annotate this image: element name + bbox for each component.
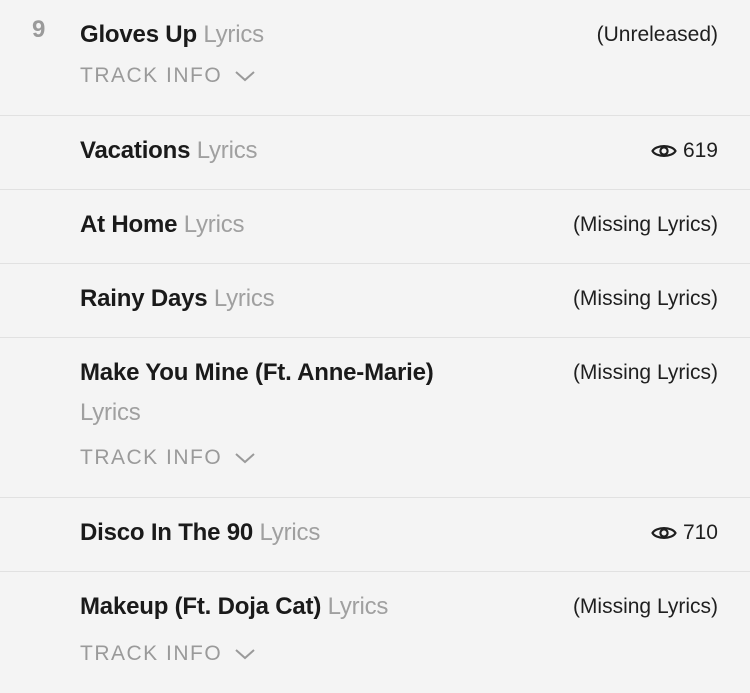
track-title[interactable]: Rainy Days Lyrics	[80, 279, 520, 319]
track-status: (Unreleased)	[597, 15, 718, 55]
track-title[interactable]: Makeup (Ft. Doja Cat) Lyrics	[80, 587, 520, 627]
chevron-down-icon	[235, 453, 255, 464]
track-name[interactable]: Rainy Days	[80, 285, 208, 312]
track-title[interactable]: Gloves Up Lyrics	[80, 15, 520, 55]
view-count: 619	[682, 139, 718, 162]
track-name[interactable]: Makeup (Ft. Doja Cat)	[80, 593, 321, 620]
lyrics-suffix: Lyrics	[327, 593, 389, 620]
track-row: Make You Mine (Ft. Anne-Marie) Lyrics (M…	[0, 338, 750, 498]
track-name[interactable]: Disco In The 90	[80, 519, 253, 546]
status-text: (Missing Lyrics)	[572, 213, 718, 236]
lyrics-suffix: Lyrics	[80, 399, 141, 426]
track-status: (Missing Lyrics)	[573, 353, 718, 393]
eye-icon	[651, 145, 677, 157]
track-views: 710	[651, 513, 718, 553]
track-row: At Home Lyrics (Missing Lyrics)	[0, 190, 750, 264]
eye-icon	[651, 527, 677, 539]
chevron-down-icon	[235, 649, 255, 660]
track-title[interactable]: Vacations Lyrics	[80, 131, 520, 171]
track-title[interactable]: Disco In The 90 Lyrics	[80, 513, 520, 553]
track-title[interactable]: At Home Lyrics	[80, 205, 520, 245]
track-info-toggle[interactable]: TRACK INFO	[80, 64, 256, 88]
track-title[interactable]: Make You Mine (Ft. Anne-Marie) Lyrics	[80, 353, 500, 433]
lyrics-suffix: Lyrics	[196, 137, 258, 164]
track-row: Disco In The 90 Lyrics 710	[0, 498, 750, 572]
track-info-toggle[interactable]: TRACK INFO	[80, 446, 256, 470]
status-text: (Missing Lyrics)	[572, 361, 718, 384]
track-row: Rainy Days Lyrics (Missing Lyrics)	[0, 264, 750, 338]
track-name[interactable]: Make You Mine (Ft. Anne-Marie)	[80, 359, 434, 386]
track-status: (Missing Lyrics)	[573, 587, 718, 627]
status-text: (Missing Lyrics)	[572, 595, 718, 618]
track-views: 619	[651, 131, 718, 171]
view-count: 710	[682, 521, 718, 544]
tracklist: 9 Gloves Up Lyrics (Unreleased) TRACK IN…	[0, 0, 750, 691]
lyrics-suffix: Lyrics	[213, 285, 275, 312]
track-row: 9 Gloves Up Lyrics (Unreleased) TRACK IN…	[0, 0, 750, 116]
track-info-label: TRACK INFO	[80, 642, 223, 665]
lyrics-suffix: Lyrics	[183, 211, 245, 238]
track-info-label: TRACK INFO	[80, 64, 223, 87]
lyrics-suffix: Lyrics	[203, 21, 264, 48]
track-row: Makeup (Ft. Doja Cat) Lyrics (Missing Ly…	[0, 572, 750, 691]
status-text: (Unreleased)	[596, 23, 718, 46]
track-name[interactable]: Gloves Up	[80, 21, 197, 48]
track-info-toggle[interactable]: TRACK INFO	[80, 642, 256, 666]
track-status: (Missing Lyrics)	[573, 279, 718, 319]
track-row: Vacations Lyrics 619	[0, 116, 750, 190]
track-info-label: TRACK INFO	[80, 446, 223, 469]
track-name[interactable]: Vacations	[80, 137, 190, 164]
track-status: (Missing Lyrics)	[573, 205, 718, 245]
chevron-down-icon	[235, 71, 255, 82]
track-number: 9	[32, 16, 46, 43]
track-name[interactable]: At Home	[80, 211, 177, 238]
lyrics-suffix: Lyrics	[259, 519, 321, 546]
status-text: (Missing Lyrics)	[572, 287, 718, 310]
